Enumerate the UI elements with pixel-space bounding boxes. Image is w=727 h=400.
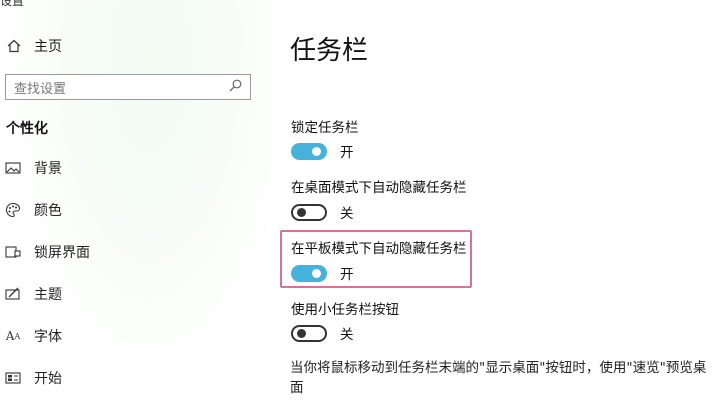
toggle-knob — [312, 147, 321, 156]
palette-icon — [4, 201, 22, 219]
search-placeholder: 查找设置 — [14, 81, 67, 97]
sidebar-item-label: 背景 — [34, 161, 62, 177]
home-icon — [6, 38, 22, 54]
sidebar-item-colors[interactable]: 颜色 — [4, 199, 62, 221]
toggle-state-text: 开 — [340, 145, 354, 161]
auto-hide-desktop-label: 在桌面模式下自动隐藏任务栏 — [291, 180, 467, 196]
auto-hide-tablet-row: 开 — [291, 263, 354, 283]
small-buttons-label: 使用小任务栏按钮 — [291, 302, 399, 318]
sidebar-item-themes[interactable]: 主题 — [4, 283, 62, 305]
toggle-knob — [312, 269, 321, 278]
sidebar-item-fonts[interactable]: AA 字体 — [4, 325, 62, 347]
toggle-state-text: 关 — [340, 327, 354, 343]
sidebar-item-label: 字体 — [34, 329, 62, 345]
sidebar-item-home[interactable]: 主页 — [6, 36, 62, 56]
sidebar-item-label: 主题 — [34, 287, 62, 303]
lock-taskbar-label: 锁定任务栏 — [291, 120, 359, 136]
auto-hide-tablet-label: 在平板模式下自动隐藏任务栏 — [291, 241, 467, 257]
start-icon — [4, 369, 22, 387]
page-title: 任务栏 — [290, 36, 369, 66]
sidebar-item-lock-screen[interactable]: 锁屏界面 — [4, 241, 90, 263]
search-icon[interactable] — [229, 79, 242, 96]
auto-hide-desktop-row: 关 — [291, 202, 354, 222]
lock-taskbar-toggle[interactable] — [291, 142, 327, 160]
lock-screen-icon — [4, 243, 22, 261]
font-icon: AA — [5, 329, 21, 343]
window-title: 设置 — [0, 0, 25, 8]
sidebar: 设置 主页 查找设置 个性化 背景 颜色 锁屏界面 主题 A A 字体 开始 — [0, 0, 270, 400]
sidebar-item-label: 锁屏界面 — [34, 245, 90, 261]
toggle-knob — [297, 329, 306, 338]
auto-hide-tablet-toggle[interactable] — [291, 264, 327, 282]
section-title: 个性化 — [6, 121, 48, 137]
peek-description: 当你将鼠标移动到任务栏末端的"显示桌面"按钮时，使用"速览"预览桌面 — [290, 360, 707, 396]
sidebar-item-label: 颜色 — [34, 203, 62, 219]
search-input[interactable]: 查找设置 — [5, 74, 251, 100]
sidebar-item-label: 主页 — [34, 39, 62, 55]
toggle-knob — [297, 208, 306, 217]
small-buttons-row: 关 — [291, 323, 354, 343]
sidebar-item-background[interactable]: 背景 — [4, 157, 62, 179]
sidebar-item-start[interactable]: 开始 — [4, 367, 62, 389]
toggle-state-text: 关 — [340, 206, 354, 222]
lock-taskbar-row: 开 — [291, 141, 354, 161]
theme-brush-icon — [4, 285, 22, 303]
toggle-state-text: 开 — [340, 267, 354, 283]
picture-icon — [4, 159, 22, 177]
sidebar-item-label: 开始 — [34, 371, 62, 387]
small-buttons-toggle[interactable] — [291, 324, 327, 342]
auto-hide-desktop-toggle[interactable] — [291, 203, 327, 221]
